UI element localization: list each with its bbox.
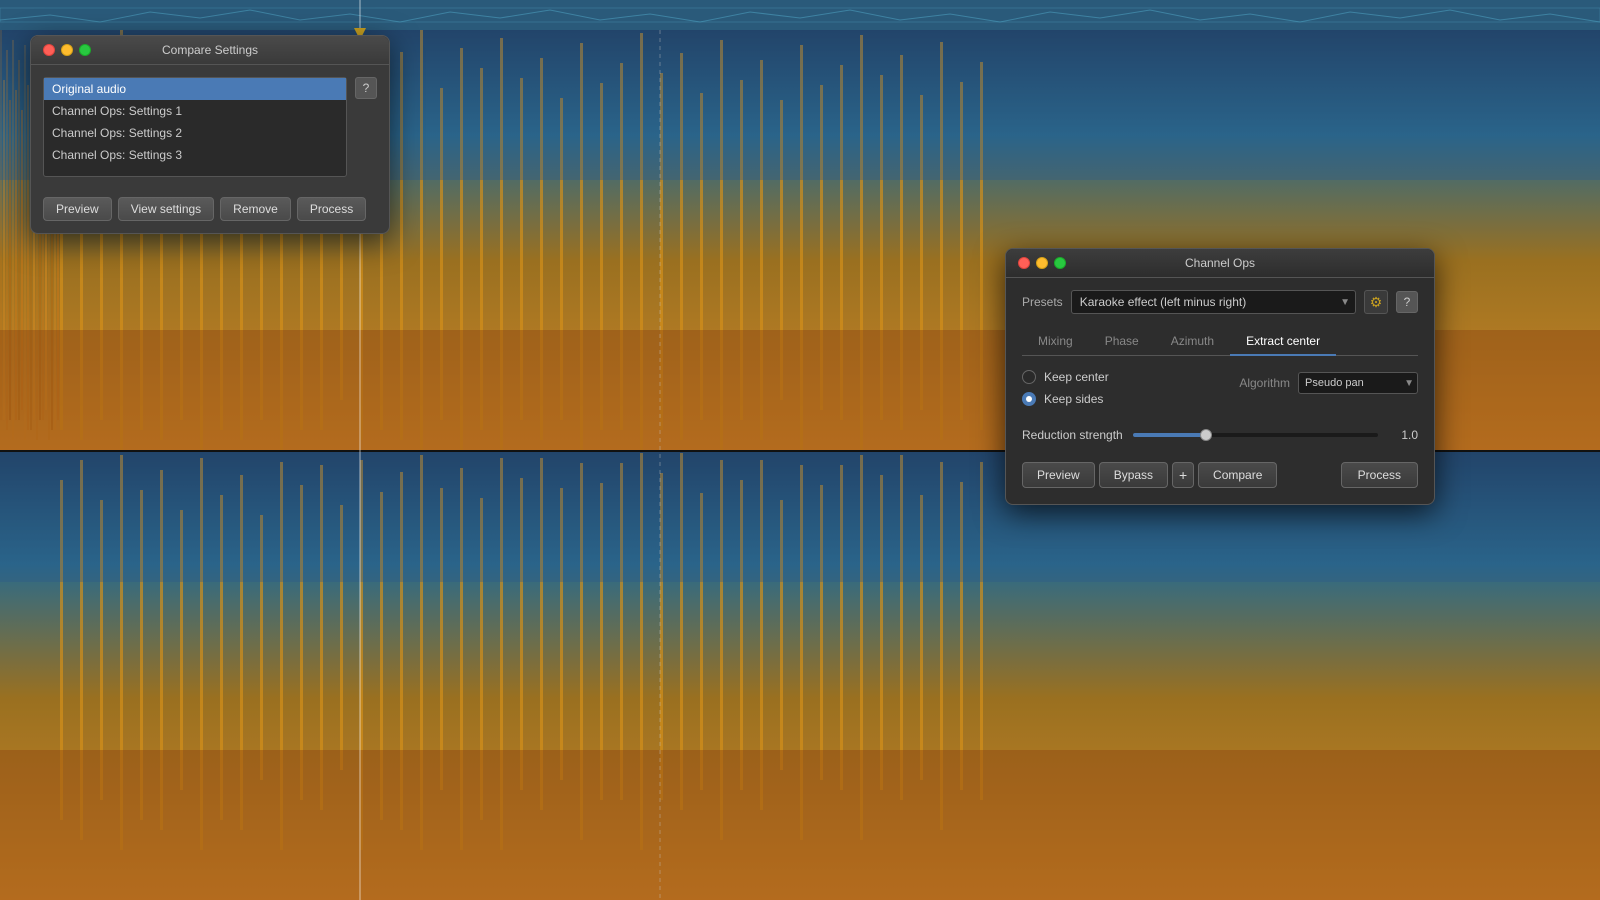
keep-sides-radio[interactable] <box>1022 392 1036 406</box>
channel-ops-title: Channel Ops <box>1185 256 1255 270</box>
channel-ops-help-button[interactable]: ? <box>1396 291 1418 313</box>
channel-ops-maximize-button[interactable] <box>1054 257 1066 269</box>
compare-help-button[interactable]: ? <box>355 77 377 99</box>
tab-azimuth[interactable]: Azimuth <box>1155 328 1230 356</box>
settings-item-original[interactable]: Original audio <box>44 78 346 100</box>
compare-window-buttons: Preview View settings Remove Process <box>31 189 389 233</box>
compare-view-settings-button[interactable]: View settings <box>118 197 214 221</box>
presets-dropdown-wrapper: Karaoke effect (left minus right) ▼ <box>1071 290 1356 314</box>
reduction-slider[interactable] <box>1133 433 1378 437</box>
algorithm-label: Algorithm <box>1239 376 1290 390</box>
reduction-label: Reduction strength <box>1022 428 1123 442</box>
channel-ops-body: Presets Karaoke effect (left minus right… <box>1006 278 1434 504</box>
reduction-value: 1.0 <box>1388 428 1418 442</box>
channel-ops-titlebar: Channel Ops <box>1006 249 1434 278</box>
presets-row: Presets Karaoke effect (left minus right… <box>1022 290 1418 314</box>
presets-dropdown[interactable]: Karaoke effect (left minus right) <box>1071 290 1356 314</box>
channel-ops-traffic-lights <box>1018 257 1066 269</box>
channel-ops-bypass-button[interactable]: Bypass <box>1099 462 1168 488</box>
channel-ops-plus-button[interactable]: + <box>1172 462 1194 488</box>
tab-extract-center[interactable]: Extract center <box>1230 328 1336 356</box>
traffic-lights <box>43 44 91 56</box>
settings-item-1[interactable]: Channel Ops: Settings 1 <box>44 100 346 122</box>
gear-button[interactable]: ⚙ <box>1364 290 1388 314</box>
slider-fill <box>1133 433 1207 437</box>
compare-window-body: Original audio Channel Ops: Settings 1 C… <box>31 65 389 189</box>
options-section: Keep center Keep sides Algorithm Pseudo … <box>1022 370 1418 414</box>
reduction-row: Reduction strength 1.0 <box>1022 428 1418 442</box>
compare-settings-window: Compare Settings Original audio Channel … <box>30 35 390 234</box>
channel-ops-process-button[interactable]: Process <box>1341 462 1418 488</box>
maximize-button[interactable] <box>79 44 91 56</box>
minimize-button[interactable] <box>61 44 73 56</box>
close-button[interactable] <box>43 44 55 56</box>
settings-list: Original audio Channel Ops: Settings 1 C… <box>43 77 347 177</box>
channel-ops-minimize-button[interactable] <box>1036 257 1048 269</box>
compare-preview-button[interactable]: Preview <box>43 197 112 221</box>
compare-window-titlebar: Compare Settings <box>31 36 389 65</box>
settings-list-container: Original audio Channel Ops: Settings 1 C… <box>43 77 377 177</box>
slider-thumb <box>1200 429 1212 441</box>
compare-remove-button[interactable]: Remove <box>220 197 291 221</box>
channel-ops-compare-button[interactable]: Compare <box>1198 462 1277 488</box>
bottom-buttons-row: Preview Bypass + Compare Process <box>1022 462 1418 488</box>
compare-window-title: Compare Settings <box>162 43 258 57</box>
keep-center-row: Keep center <box>1022 370 1239 384</box>
presets-label: Presets <box>1022 295 1063 309</box>
settings-item-3[interactable]: Channel Ops: Settings 3 <box>44 144 346 166</box>
left-options: Keep center Keep sides <box>1022 370 1239 414</box>
keep-sides-label: Keep sides <box>1044 392 1103 406</box>
keep-center-radio[interactable] <box>1022 370 1036 384</box>
algorithm-dropdown[interactable]: Pseudo pan Linear Advanced <box>1298 372 1418 394</box>
settings-item-2[interactable]: Channel Ops: Settings 2 <box>44 122 346 144</box>
right-options: Algorithm Pseudo pan Linear Advanced ▼ <box>1239 372 1418 394</box>
keep-sides-row: Keep sides <box>1022 392 1239 406</box>
channel-ops-preview-button[interactable]: Preview <box>1022 462 1095 488</box>
algorithm-dropdown-wrapper: Pseudo pan Linear Advanced ▼ <box>1298 372 1418 394</box>
tabs-row: Mixing Phase Azimuth Extract center <box>1022 328 1418 356</box>
tab-phase[interactable]: Phase <box>1089 328 1155 356</box>
compare-process-button[interactable]: Process <box>297 197 366 221</box>
tab-mixing[interactable]: Mixing <box>1022 328 1089 356</box>
keep-center-label: Keep center <box>1044 370 1109 384</box>
channel-ops-close-button[interactable] <box>1018 257 1030 269</box>
channel-ops-window: Channel Ops Presets Karaoke effect (left… <box>1005 248 1435 505</box>
